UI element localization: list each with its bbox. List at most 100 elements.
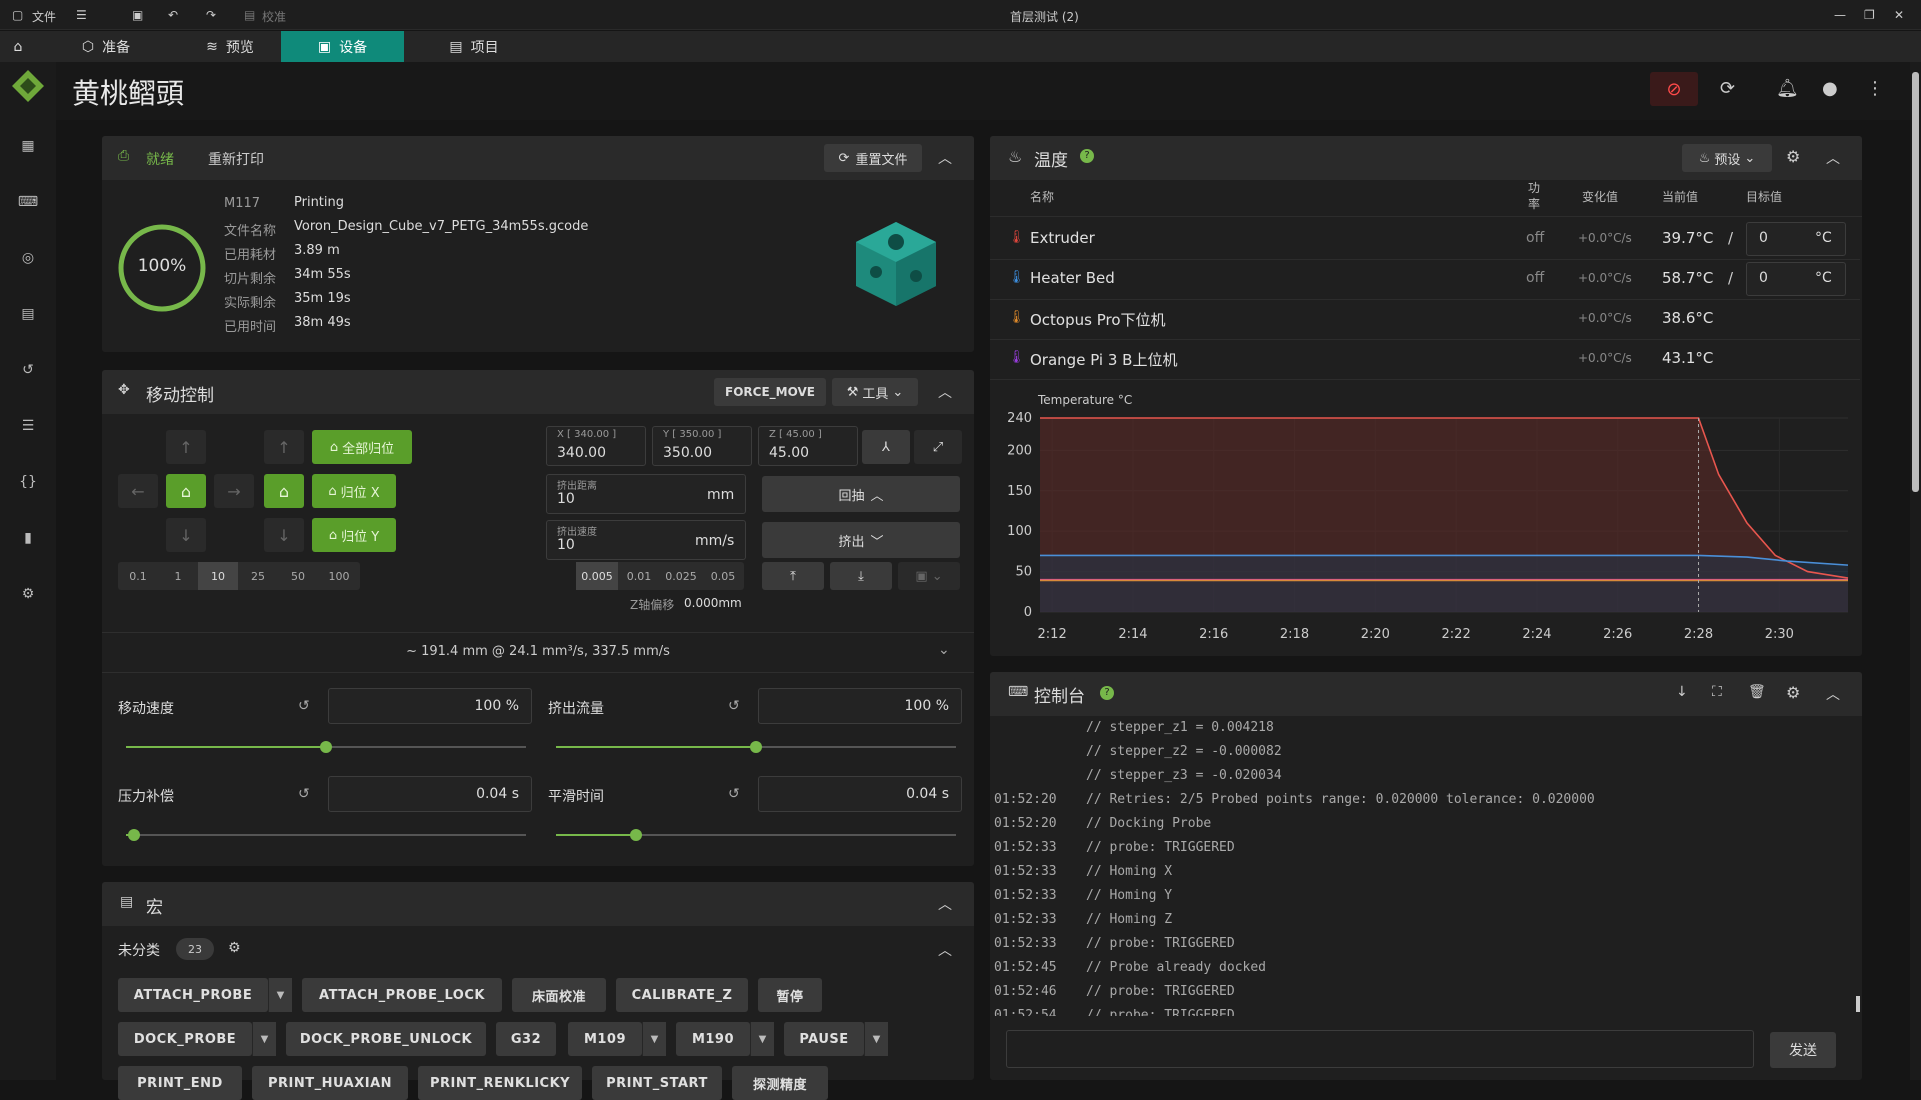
update-icon[interactable]: ⟳	[1720, 78, 1735, 99]
z-minus-button[interactable]: ↓	[264, 518, 304, 552]
reset-file-button[interactable]: ⟳ 重置文件	[824, 144, 922, 172]
home-z-button[interactable]: ⌂	[264, 474, 304, 508]
collapse-icon[interactable]: ︿	[938, 940, 952, 960]
pressure-advance-input[interactable]: 0.04 s	[328, 776, 532, 812]
step-option-selected[interactable]: 10	[198, 562, 238, 590]
console-scrollbar[interactable]	[1856, 996, 1860, 1012]
save-icon[interactable]: ▣	[132, 8, 143, 22]
dashboard-icon[interactable]: ▦	[14, 132, 42, 160]
speed-input[interactable]: 100 %	[328, 688, 532, 724]
history-icon[interactable]: ↺	[14, 356, 42, 384]
reset-smooth-icon[interactable]: ↺	[728, 786, 740, 802]
extrude-button[interactable]: 挤出 ﹀	[762, 522, 960, 558]
macro-button[interactable]: M109	[568, 1022, 642, 1056]
chevron-down-icon[interactable]: ⌄	[938, 642, 950, 658]
macro-button[interactable]: G32	[496, 1022, 556, 1056]
tab-project[interactable]: ▤ 项目	[424, 31, 524, 62]
chevron-down-icon[interactable]: ▼	[864, 1022, 888, 1056]
macro-button[interactable]: PRINT_START	[592, 1066, 722, 1100]
undo-icon[interactable]: ↶	[168, 8, 178, 22]
emergency-stop-icon[interactable]: ⊘	[1650, 72, 1698, 106]
macro-button[interactable]: 床面校准	[512, 978, 606, 1012]
step-option[interactable]: 50	[278, 562, 318, 590]
restore-icon[interactable]: ❐	[1864, 8, 1875, 22]
step-option[interactable]: 25	[238, 562, 278, 590]
scrollbar-thumb[interactable]	[1912, 72, 1919, 492]
minimize-icon[interactable]: —	[1834, 8, 1846, 22]
y-position-field[interactable]: Y [ 350.00 ] 350.00	[652, 426, 752, 466]
x-plus-button[interactable]: →	[214, 474, 254, 508]
z-offset-save-icon[interactable]: ▣ ⌄	[898, 562, 960, 590]
reset-flow-icon[interactable]: ↺	[728, 698, 740, 714]
tab-preview[interactable]: ≋ 预览	[180, 31, 280, 62]
scroll-down-icon[interactable]: ↓	[1676, 684, 1688, 700]
expand-icon[interactable]: ⤢	[914, 430, 962, 464]
force-move-button[interactable]: FORCE_MOVE	[714, 378, 826, 406]
macro-button[interactable]: PRINT_HUAXIAN	[252, 1066, 408, 1100]
send-button[interactable]: 发送	[1770, 1032, 1836, 1068]
tab-device[interactable]: ▣ 设备	[281, 31, 404, 62]
smooth-time-input[interactable]: 0.04 s	[758, 776, 962, 812]
gear-icon[interactable]: ⚙	[228, 940, 241, 956]
macro-button[interactable]: ATTACH_PROBE	[118, 978, 268, 1012]
more-icon[interactable]: ⋮	[1866, 78, 1884, 99]
macro-button[interactable]: 暂停	[758, 978, 822, 1012]
macro-button[interactable]: M190	[676, 1022, 750, 1056]
flow-slider-knob[interactable]	[750, 741, 762, 753]
macro-button[interactable]: ATTACH_PROBE_LOCK	[302, 978, 502, 1012]
bell-icon[interactable]: 🔔︎	[1776, 78, 1799, 99]
extrude-distance-field[interactable]: 挤出距离 10 mm	[546, 474, 746, 514]
sensor-name[interactable]: Heater Bed	[1030, 269, 1115, 287]
help-icon[interactable]: ?	[1100, 686, 1114, 700]
z-step-option-selected[interactable]: 0.005	[576, 562, 618, 590]
sensor-name[interactable]: Extruder	[1030, 229, 1095, 247]
home-x-button[interactable]: ⌂ 归位 X	[312, 474, 396, 508]
x-position-field[interactable]: X [ 340.00 ] 340.00	[546, 426, 646, 466]
presets-button[interactable]: ♨ 预设 ⌄	[1682, 144, 1772, 172]
gear-icon[interactable]: ⚙	[1786, 683, 1800, 702]
z-position-field[interactable]: Z [ 45.00 ] 45.00	[758, 426, 858, 466]
collapse-icon[interactable]: ︿	[938, 148, 952, 168]
z-offset-down-icon[interactable]: ⤓	[830, 562, 892, 590]
user-icon[interactable]: ●	[1822, 78, 1838, 99]
home-y-button[interactable]: ⌂ 归位 Y	[312, 518, 396, 552]
home-xy-button[interactable]: ⌂	[166, 474, 206, 508]
home-all-button[interactable]: ⌂ 全部归位	[312, 430, 412, 464]
help-icon[interactable]: ?	[1080, 149, 1094, 163]
target-temp-input[interactable]: 0 °C	[1746, 222, 1846, 256]
status-tab-ready[interactable]: 就绪	[146, 149, 174, 169]
machine-icon[interactable]: ▮	[14, 524, 42, 552]
tab-prepare[interactable]: ⬡ 准备	[56, 31, 156, 62]
macro-button[interactable]: DOCK_PROBE	[118, 1022, 252, 1056]
webcam-icon[interactable]: ◎	[14, 244, 42, 272]
tools-button[interactable]: ⚒ 工具 ⌄	[832, 378, 918, 406]
fullscreen-icon[interactable]: ⛶	[1712, 684, 1722, 700]
smooth-time-slider-knob[interactable]	[630, 829, 642, 841]
flow-input[interactable]: 100 %	[758, 688, 962, 724]
file-menu[interactable]: 文件	[32, 8, 56, 25]
z-offset-up-icon[interactable]: ⤒	[762, 562, 824, 590]
y-plus-button[interactable]: ↑	[166, 430, 206, 464]
axis-icon[interactable]: ⅄	[862, 430, 910, 464]
sensor-name[interactable]: Octopus Pro下位机	[1030, 309, 1166, 330]
chevron-down-icon[interactable]: ▼	[252, 1022, 276, 1056]
step-option[interactable]: 0.1	[118, 562, 158, 590]
macro-button[interactable]: DOCK_PROBE_UNLOCK	[286, 1022, 486, 1056]
macro-button[interactable]: PAUSE	[784, 1022, 864, 1056]
chevron-down-icon[interactable]: ▼	[750, 1022, 774, 1056]
collapse-icon[interactable]: ︿	[938, 894, 952, 914]
tune-icon[interactable]: ☰	[14, 412, 42, 440]
close-icon[interactable]: ✕	[1894, 8, 1904, 22]
trash-icon[interactable]: 🗑︎	[1748, 684, 1766, 700]
collapse-icon[interactable]: ︿	[938, 382, 952, 402]
z-step-option[interactable]: 0.01	[618, 562, 660, 590]
reset-pa-icon[interactable]: ↺	[298, 786, 310, 802]
page-scrollbar[interactable]	[1910, 62, 1921, 1080]
gear-icon[interactable]: ⚙	[1786, 147, 1800, 166]
menu-icon[interactable]: ☰	[76, 8, 87, 22]
config-icon[interactable]: {}	[14, 468, 42, 496]
x-minus-button[interactable]: ←	[118, 474, 158, 508]
redo-icon[interactable]: ↷	[206, 8, 216, 22]
status-tab-reprint[interactable]: 重新打印	[208, 149, 264, 169]
step-option[interactable]: 1	[158, 562, 198, 590]
